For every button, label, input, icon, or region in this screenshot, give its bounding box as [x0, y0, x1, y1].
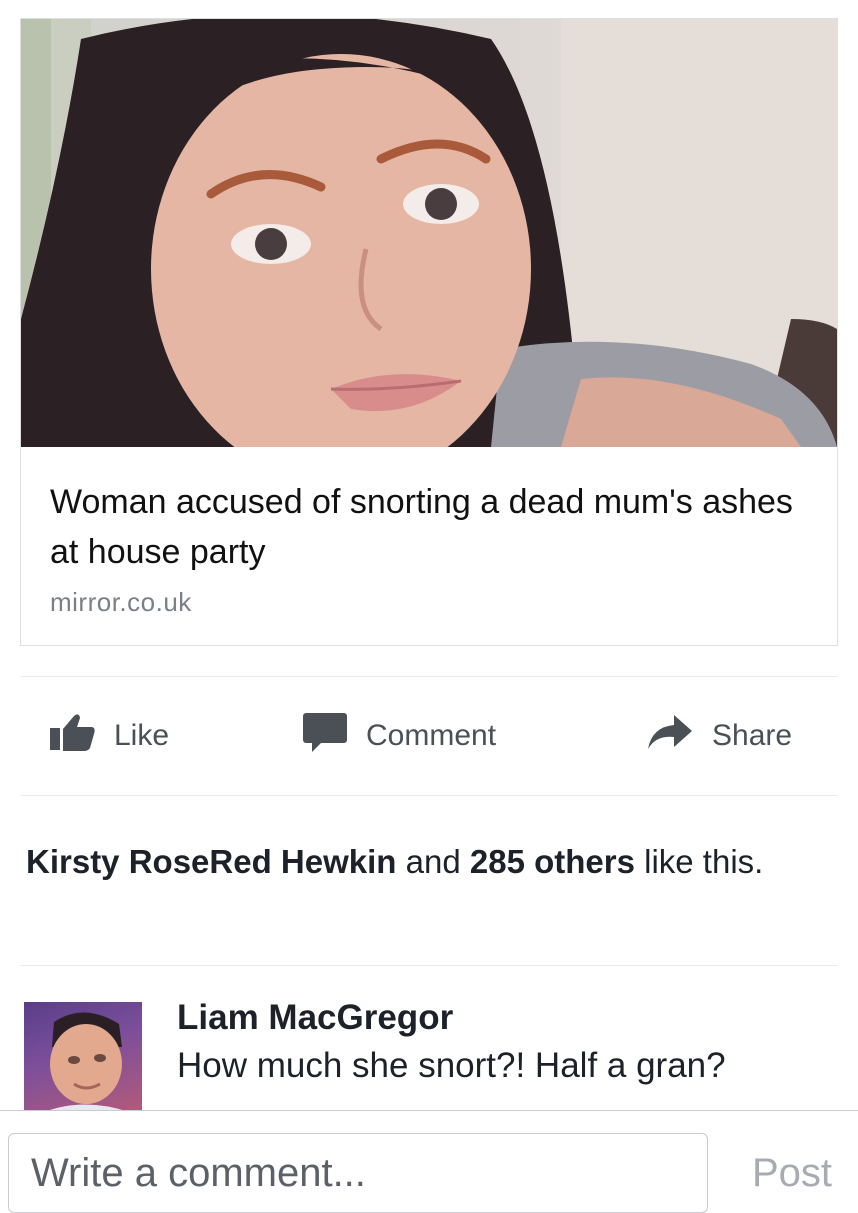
divider — [20, 965, 838, 966]
post-button[interactable]: Post — [752, 1151, 832, 1196]
share-button[interactable]: Share — [646, 690, 792, 782]
thumbs-up-icon — [48, 712, 96, 760]
article-photo — [21, 19, 837, 447]
speech-bubble-icon — [302, 711, 348, 761]
comment-input[interactable] — [8, 1133, 708, 1213]
link-preview-card[interactable]: Woman accused of snorting a dead mum's a… — [20, 18, 838, 646]
action-bar: Like Comment Share — [0, 690, 858, 782]
comment-label: Comment — [366, 719, 497, 752]
comment-author[interactable]: Liam MacGregor — [177, 998, 453, 1038]
comment-text: How much she snort?! Half a gran? — [177, 1046, 726, 1085]
likes-summary[interactable]: Kirsty RoseRed Hewkin and 285 others lik… — [26, 838, 826, 886]
comment-item: Liam MacGregor How much she snort?! Half… — [24, 998, 844, 1112]
liker-name[interactable]: Kirsty RoseRed Hewkin — [26, 843, 396, 880]
others-count[interactable]: 285 others — [470, 843, 635, 880]
likes-suffix: like this. — [634, 843, 764, 880]
comment-composer: Post — [0, 1110, 858, 1213]
like-button[interactable]: Like — [48, 690, 169, 782]
divider — [20, 676, 838, 677]
like-label: Like — [114, 719, 170, 752]
article-domain: mirror.co.uk — [50, 587, 192, 617]
share-label: Share — [712, 719, 793, 752]
divider — [20, 795, 838, 796]
likes-connector: and — [396, 843, 470, 880]
comment-button[interactable]: Comment — [302, 690, 496, 782]
article-headline[interactable]: Woman accused of snorting a dead mum's a… — [50, 477, 810, 577]
avatar[interactable] — [24, 1002, 142, 1112]
share-arrow-icon — [646, 713, 694, 759]
